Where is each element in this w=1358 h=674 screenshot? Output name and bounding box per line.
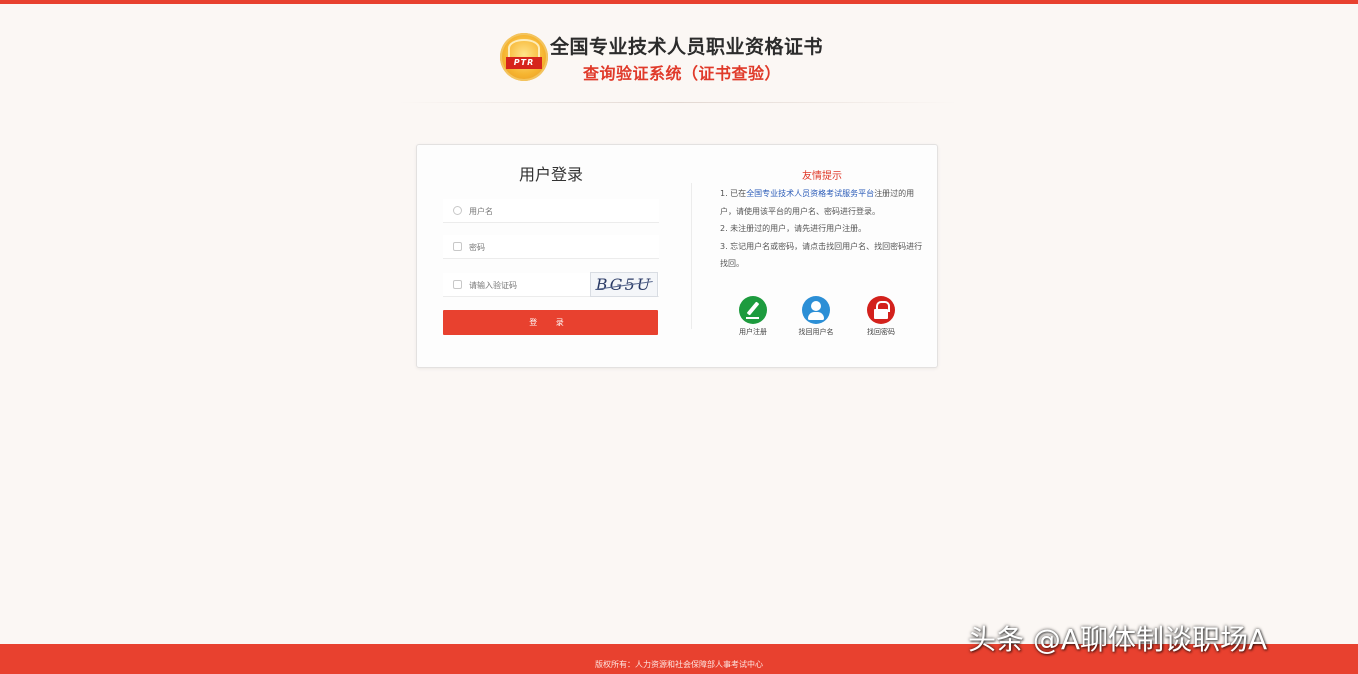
user-icon bbox=[453, 206, 462, 215]
login-title: 用户登录 bbox=[518, 165, 583, 184]
ptr-logo-icon: PTR bbox=[500, 33, 548, 81]
tips-line3: 3. 忘记用户名或密码，请点击找回用户名、找回密码进行找回。 bbox=[720, 241, 923, 269]
tips-title: 友情提示 bbox=[802, 171, 842, 182]
captcha-input[interactable] bbox=[469, 277, 579, 293]
footer-copyright: 版权所有：人力资源和社会保障部人事考试中心 bbox=[595, 660, 763, 669]
login-button[interactable]: 登 录 bbox=[443, 310, 658, 335]
logo-text: PTR bbox=[506, 57, 542, 69]
lock-icon bbox=[453, 242, 462, 251]
register-action[interactable]: 用户注册 bbox=[723, 296, 783, 337]
find-username-label: 找回用户名 bbox=[798, 328, 834, 336]
lock-icon bbox=[867, 296, 895, 324]
watermark: 头条 @A聊体制谈职场A bbox=[968, 623, 1268, 656]
find-password-action[interactable]: 找回密码 bbox=[851, 296, 911, 337]
site-title: 全国专业技术人员职业资格证书 bbox=[550, 36, 824, 58]
site-subtitle: 查询验证系统（证书查验） bbox=[583, 64, 782, 83]
find-password-label: 找回密码 bbox=[867, 328, 895, 336]
header-divider bbox=[398, 102, 958, 103]
shield-icon bbox=[453, 280, 462, 289]
user-icon bbox=[802, 296, 830, 324]
pencil-icon bbox=[739, 296, 767, 324]
tips-line1-prefix: 1. 已在 bbox=[720, 189, 747, 198]
panel-divider bbox=[691, 183, 692, 329]
top-accent-bar bbox=[0, 0, 1358, 4]
login-panel: 用户登录 BG5U 登 录 友情提示 1. 已在全国专业技术人员资格考试服务平台… bbox=[416, 144, 938, 368]
site-header: PTR 全国专业技术人员职业资格证书 查询验证系统（证书查验） bbox=[500, 30, 900, 83]
password-input[interactable] bbox=[469, 239, 619, 255]
username-field bbox=[443, 199, 659, 223]
tips-text: 1. 已在全国专业技术人员资格考试服务平台注册过的用户，请使用该平台的用户名、密… bbox=[720, 185, 925, 273]
platform-link[interactable]: 全国专业技术人员资格考试服务平台 bbox=[746, 189, 874, 198]
register-label: 用户注册 bbox=[739, 328, 767, 336]
find-username-action[interactable]: 找回用户名 bbox=[786, 296, 846, 337]
captcha-image[interactable]: BG5U bbox=[590, 272, 658, 297]
username-input[interactable] bbox=[469, 203, 619, 219]
password-field bbox=[443, 235, 659, 259]
tips-line2: 2. 未注册过的用户，请先进行用户注册。 bbox=[720, 224, 867, 233]
